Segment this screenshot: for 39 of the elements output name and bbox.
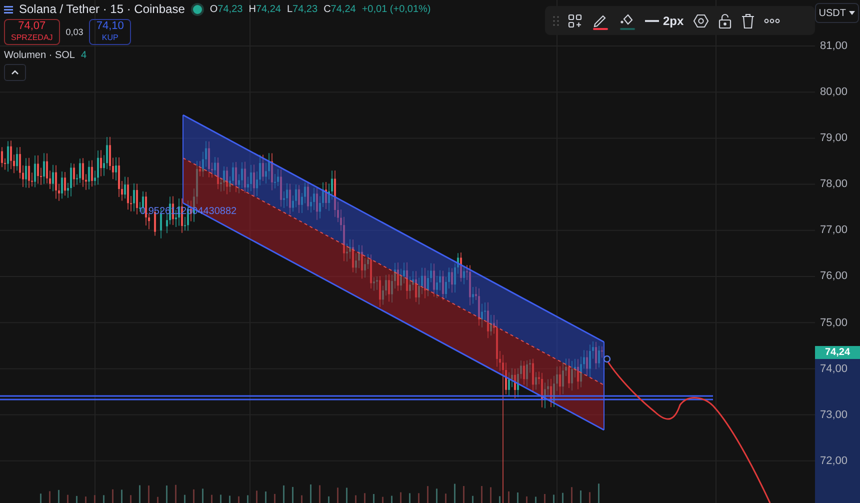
buy-button[interactable]: 74,10 KUP <box>89 19 131 45</box>
collapse-button[interactable] <box>4 64 26 81</box>
more-icon[interactable] <box>764 18 780 24</box>
add-template-icon[interactable] <box>568 14 582 28</box>
last-price-tag: 74,24 <box>815 346 860 359</box>
caret-icon <box>849 11 855 15</box>
price-label: 78,00 <box>820 178 848 190</box>
price-label: 72,00 <box>820 454 848 467</box>
horizontal-line-drawing[interactable] <box>0 395 713 400</box>
price-label: 77,00 <box>820 224 848 236</box>
price-label: 74,00 <box>820 362 848 375</box>
line-icon <box>645 18 659 22</box>
price-label: 79,00 <box>820 132 848 144</box>
ohlc-value: H74,24 <box>248 4 281 14</box>
ohlc-value: L74,23 <box>286 4 318 14</box>
price-label: 76,00 <box>820 270 848 282</box>
sell-button[interactable]: 74,07 SPRZEDAJ <box>4 19 60 45</box>
price-label: 81,00 <box>820 40 848 52</box>
list-icon <box>4 4 13 14</box>
drag-handle-icon[interactable] <box>553 14 559 26</box>
price-label: 75,00 <box>820 316 848 329</box>
symbol-title: Solana / Tether · 15 · Coinbase <box>19 2 185 16</box>
ohlc-value: O74,23 <box>210 4 243 14</box>
currency-selector[interactable]: USDT <box>814 3 859 23</box>
anchor-handle-icon[interactable] <box>603 355 611 363</box>
indicator-value: 4 <box>80 50 87 61</box>
paint-bucket-icon[interactable] <box>618 12 636 30</box>
line-width-button[interactable]: 2px <box>645 14 684 28</box>
ohlc-value: C74,24 <box>324 4 356 14</box>
market-status-icon <box>190 2 204 16</box>
price-change: +0,01 (+0,01%) <box>362 4 431 14</box>
unlocked-lock-icon[interactable] <box>718 12 732 28</box>
indicator-name: Wolumen · SOL <box>4 50 75 61</box>
spread-value: 0,03 <box>66 27 84 37</box>
trash-icon[interactable] <box>740 12 755 28</box>
chevron-up-icon <box>11 70 19 75</box>
price-label: 80,00 <box>820 86 848 98</box>
settings-icon[interactable] <box>692 12 709 28</box>
price-label: 73,00 <box>820 408 848 421</box>
